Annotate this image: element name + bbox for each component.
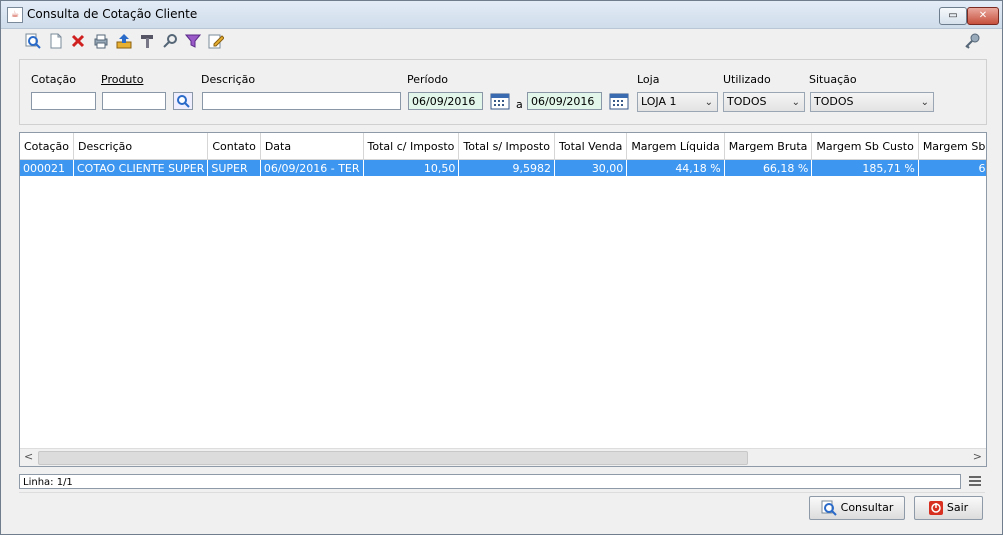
col-total-c-imposto-header[interactable]: Total c/ Imposto <box>363 133 460 160</box>
chevron-down-icon: ⌄ <box>704 97 713 108</box>
search-doc-icon <box>821 500 837 516</box>
periodo-start-field[interactable]: 06/09/2016 <box>408 92 483 110</box>
situacao-label: Situação <box>809 73 857 86</box>
search-key-icon[interactable] <box>161 32 178 49</box>
loja-select[interactable]: LOJA 1 ⌄ <box>637 92 718 112</box>
col-total-venda-header[interactable]: Total Venda <box>554 133 628 160</box>
col-descricao-header[interactable]: Descrição <box>73 133 209 160</box>
java-app-icon: ☕ <box>7 7 23 23</box>
periodo-end-field[interactable]: 06/09/2016 <box>527 92 602 110</box>
cell-cotacao[interactable]: 000021 <box>20 159 74 176</box>
consultar-label: Consultar <box>840 501 894 514</box>
sair-button[interactable]: Sair <box>914 496 983 520</box>
status-line: Linha: 1/1 <box>19 474 961 489</box>
scroll-thumb[interactable] <box>38 451 748 465</box>
col-margem-bruta-header[interactable]: Margem Bruta <box>724 133 813 160</box>
horizontal-scrollbar[interactable]: < > <box>20 448 986 466</box>
chevron-down-icon: ⌄ <box>791 97 800 108</box>
col-margem-sb-venda-header[interactable]: Margem Sb Venda <box>918 133 986 160</box>
scroll-left-icon[interactable]: < <box>24 450 33 463</box>
col-data-header[interactable]: Data <box>260 133 364 160</box>
cell-total-venda[interactable]: 30,00 <box>554 159 628 176</box>
window-title: Consulta de Cotação Cliente <box>27 7 198 21</box>
col-total-s-imposto-header[interactable]: Total s/ Imposto <box>458 133 555 160</box>
search-doc-icon[interactable] <box>24 32 41 49</box>
col-cotacao-header[interactable]: Cotação <box>20 133 74 160</box>
calendar-start-icon[interactable] <box>490 92 510 110</box>
close-button[interactable]: ✕ <box>967 7 999 25</box>
chevron-down-icon: ⌄ <box>920 97 929 108</box>
utilizado-label: Utilizado <box>723 73 771 86</box>
cell-data[interactable]: 06/09/2016 - TER <box>260 159 364 176</box>
calendar-end-icon[interactable] <box>609 92 629 110</box>
col-contato-header[interactable]: Contato <box>207 133 261 160</box>
key-icon[interactable] <box>963 32 980 49</box>
cell-margem-liquida[interactable]: 44,18 % <box>626 159 725 176</box>
column-menu-icon[interactable] <box>969 476 981 487</box>
results-table: Cotação Descrição Contato Data Total c/ … <box>20 133 986 176</box>
delete-icon[interactable] <box>69 32 86 49</box>
produto-field[interactable] <box>102 92 166 110</box>
cell-descricao[interactable]: COTAO CLIENTE SUPER <box>73 159 209 176</box>
descricao-label: Descrição <box>201 73 256 86</box>
tools-icon[interactable] <box>138 32 155 49</box>
cell-margem-sb-venda[interactable]: 65,00 % <box>918 159 986 176</box>
title-bar: ☕ Consulta de Cotação Cliente ▭ ✕ <box>1 1 1002 29</box>
periodo-label: Período <box>407 73 449 86</box>
produto-search-icon[interactable] <box>173 92 193 110</box>
header-row: Cotação Descrição Contato Data Total c/ … <box>20 133 986 160</box>
restore-button[interactable]: ▭ <box>939 7 967 25</box>
situacao-value: TODOS <box>814 95 854 108</box>
button-panel: Consultar Sair <box>19 492 985 521</box>
cell-contato[interactable]: SUPER <box>207 159 261 176</box>
cell-total-c-imposto[interactable]: 10,50 <box>363 159 460 176</box>
filter-icon[interactable] <box>184 32 201 49</box>
print-icon[interactable] <box>92 32 109 49</box>
table-row[interactable]: 000021 COTAO CLIENTE SUPER SUPER 06/09/2… <box>20 159 986 176</box>
produto-label[interactable]: Produto <box>101 73 143 86</box>
periodo-separator: a <box>516 98 523 111</box>
loja-label: Loja <box>637 73 660 86</box>
descricao-field[interactable] <box>202 92 401 110</box>
utilizado-value: TODOS <box>727 95 767 108</box>
sair-label: Sair <box>946 501 969 514</box>
cotacao-field[interactable] <box>31 92 96 110</box>
cell-total-s-imposto[interactable]: 9,5982 <box>458 159 555 176</box>
col-margem-liquida-header[interactable]: Margem Líquida <box>626 133 725 160</box>
new-doc-icon[interactable] <box>47 32 64 49</box>
export-icon[interactable] <box>115 32 132 49</box>
results-grid[interactable]: Cotação Descrição Contato Data Total c/ … <box>19 132 987 467</box>
filter-panel: Cotação Produto Descrição Período 06/09/… <box>19 59 987 125</box>
cotacao-label: Cotação <box>31 73 76 86</box>
consultar-button[interactable]: Consultar <box>809 496 905 520</box>
edit-icon[interactable] <box>207 32 224 49</box>
utilizado-select[interactable]: TODOS ⌄ <box>723 92 805 112</box>
main-window: ☕ Consulta de Cotação Cliente ▭ ✕ Cotaçã… <box>0 0 1003 535</box>
scroll-right-icon[interactable]: > <box>973 450 982 463</box>
cell-margem-sb-custo[interactable]: 185,71 % <box>811 159 919 176</box>
loja-value: LOJA 1 <box>641 95 677 108</box>
cell-margem-bruta[interactable]: 66,18 % <box>724 159 813 176</box>
toolbar <box>1 29 1002 51</box>
situacao-select[interactable]: TODOS ⌄ <box>810 92 934 112</box>
power-icon <box>928 501 943 515</box>
col-margem-sb-custo-header[interactable]: Margem Sb Custo <box>811 133 919 160</box>
